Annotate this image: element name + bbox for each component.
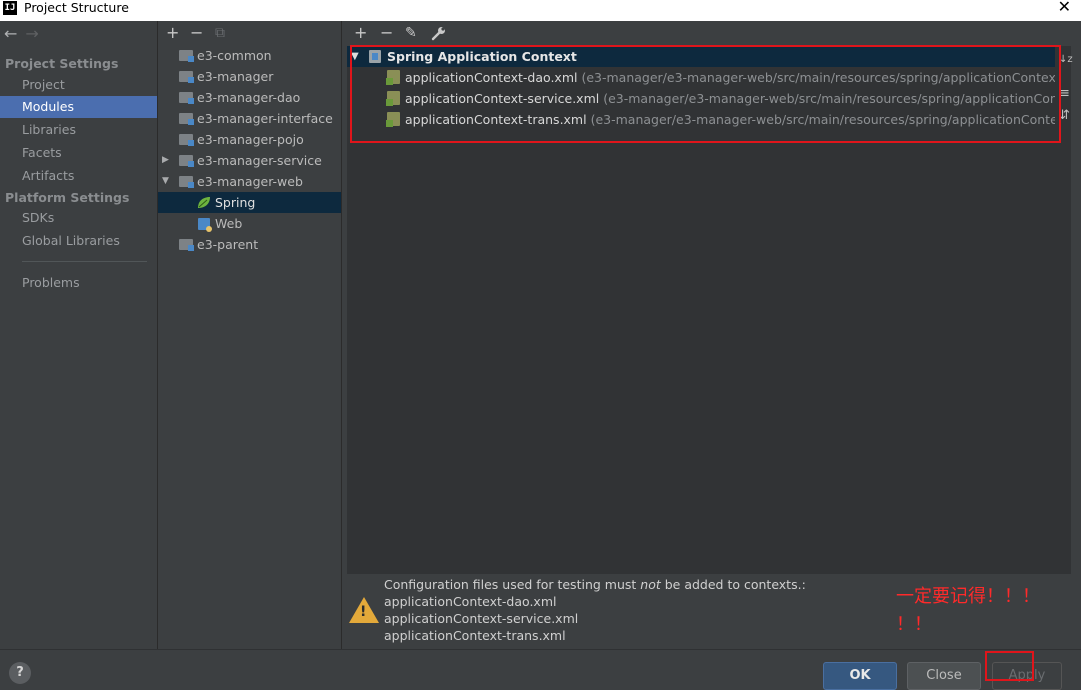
ok-button[interactable]: OK — [823, 662, 897, 690]
warning-file: applicationContext-service.xml — [384, 611, 579, 626]
module-folder-icon — [179, 113, 194, 125]
add-context-button[interactable]: + — [354, 25, 367, 41]
dialog-button-bar: ? OK Close Apply — [0, 649, 1081, 690]
edit-pencil-icon[interactable]: ✎ — [405, 25, 417, 41]
intellij-app-icon: IJ — [3, 1, 17, 15]
remove-module-button[interactable]: − — [190, 25, 203, 41]
module-folder-icon — [179, 155, 194, 167]
annotation-remember-text: 一定要记得！！！ — [896, 586, 1040, 607]
nav-item-artifacts[interactable]: Artifacts — [0, 165, 157, 187]
back-arrow-icon[interactable]: ← — [4, 24, 17, 43]
module-folder-icon — [179, 71, 194, 83]
expanded-arrow-icon[interactable]: ▼ — [162, 171, 169, 192]
copy-module-button[interactable]: ⧉ — [215, 25, 225, 41]
module-folder-icon — [179, 239, 194, 251]
facet-web[interactable]: Web — [158, 213, 341, 234]
forward-arrow-icon[interactable]: → — [25, 24, 38, 43]
module-tree-panel: + − ⧉ e3-common e3-manager e3-manager-da… — [158, 21, 342, 649]
nav-item-problems[interactable]: Problems — [0, 272, 157, 294]
module-e3-manager-web[interactable]: ▼ e3-manager-web — [158, 171, 341, 192]
module-e3-parent[interactable]: e3-parent — [158, 234, 341, 255]
module-e3-common[interactable]: e3-common — [158, 45, 341, 66]
facet-spring[interactable]: Spring — [158, 192, 341, 213]
context-toolbar: + − ✎ — [342, 21, 1081, 45]
nav-item-modules[interactable]: Modules — [0, 96, 157, 118]
module-e3-manager[interactable]: e3-manager — [158, 66, 341, 87]
module-folder-icon — [179, 50, 194, 62]
nav-item-facets[interactable]: Facets — [0, 142, 157, 164]
nav-item-libraries[interactable]: Libraries — [0, 119, 157, 141]
module-folder-icon — [179, 176, 194, 188]
nav-divider — [22, 261, 147, 262]
wrench-icon[interactable] — [431, 26, 446, 41]
annotation-exclamation-text: ！！ — [896, 614, 932, 635]
collapsed-arrow-icon[interactable]: ▶ — [162, 150, 169, 171]
nav-item-sdks[interactable]: SDKs — [0, 207, 157, 229]
module-e3-manager-interface[interactable]: e3-manager-interface — [158, 108, 341, 129]
apply-highlight-box — [985, 651, 1034, 681]
sort-icon[interactable]: ↓z — [1059, 54, 1073, 65]
context-highlight-box — [350, 45, 1061, 143]
warning-message: Configuration files used for testing mus… — [384, 577, 806, 592]
module-e3-manager-pojo[interactable]: e3-manager-pojo — [158, 129, 341, 150]
title-bar: IJ Project Structure ✕ — [0, 0, 1081, 21]
window-close-button[interactable]: ✕ — [1058, 0, 1071, 17]
platform-settings-heading: Platform Settings — [5, 190, 130, 205]
module-e3-manager-dao[interactable]: e3-manager-dao — [158, 87, 341, 108]
warning-file: applicationContext-dao.xml — [384, 594, 557, 609]
web-facet-icon — [198, 218, 212, 232]
module-folder-icon — [179, 92, 194, 104]
module-folder-icon — [179, 134, 194, 146]
remove-context-button[interactable]: − — [380, 25, 393, 41]
nav-item-global-libraries[interactable]: Global Libraries — [0, 230, 157, 252]
warning-file: applicationContext-trans.xml — [384, 628, 566, 643]
nav-item-project[interactable]: Project — [0, 74, 157, 96]
close-button[interactable]: Close — [907, 662, 981, 690]
project-settings-heading: Project Settings — [5, 56, 119, 71]
history-navigation: ← → — [4, 24, 47, 43]
module-e3-manager-service[interactable]: ▶ e3-manager-service — [158, 150, 341, 171]
window-title: Project Structure — [24, 0, 129, 15]
add-module-button[interactable]: + — [166, 25, 179, 41]
spring-leaf-icon — [198, 197, 210, 208]
settings-navigation: ← → Project Settings Project Modules Libr… — [0, 21, 158, 649]
